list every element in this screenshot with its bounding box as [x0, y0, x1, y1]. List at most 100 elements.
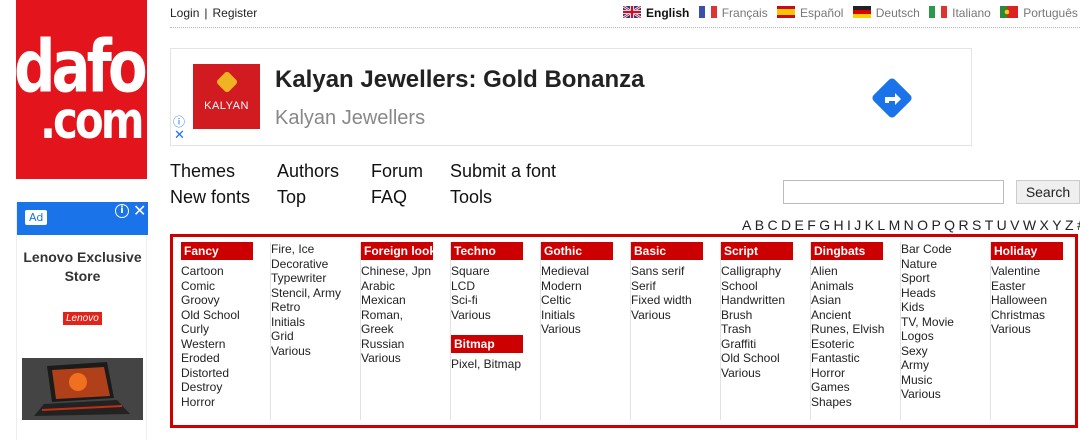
alpha-letter[interactable]: K	[865, 217, 874, 233]
category-heading[interactable]: Script	[721, 242, 793, 260]
banner-close-icon[interactable]: ✕	[174, 128, 185, 143]
category-heading[interactable]: Gothic	[541, 242, 613, 260]
category-heading[interactable]: Holiday	[991, 242, 1063, 260]
search-input[interactable]	[783, 180, 1004, 204]
category-link[interactable]: Various	[631, 308, 720, 323]
login-link[interactable]: Login	[170, 6, 199, 20]
category-link[interactable]: Alien	[811, 264, 900, 279]
category-heading[interactable]: Dingbats	[811, 242, 883, 260]
laptop-image[interactable]	[22, 358, 143, 420]
category-link[interactable]: Army	[901, 358, 990, 373]
category-link[interactable]: Modern	[541, 279, 630, 294]
alpha-letter[interactable]: I	[847, 217, 851, 233]
category-link[interactable]: Retro	[271, 300, 360, 315]
category-heading[interactable]: Bitmap	[451, 335, 523, 353]
category-link[interactable]: Heads	[901, 286, 990, 301]
alpha-letter[interactable]: Q	[944, 217, 955, 233]
alpha-letter[interactable]: O	[917, 217, 928, 233]
category-link[interactable]: Initials	[271, 315, 360, 330]
category-link[interactable]: Animals	[811, 279, 900, 294]
category-link[interactable]: Bar Code	[901, 242, 990, 257]
category-link[interactable]: Handwritten	[721, 293, 810, 308]
category-link[interactable]: Various	[361, 351, 450, 366]
alpha-letter[interactable]: M	[889, 217, 901, 233]
lang-english[interactable]: English	[623, 6, 689, 20]
side-ad-title[interactable]: Lenovo Exclusive Store	[17, 248, 148, 286]
lang-german[interactable]: Deutsch	[852, 6, 920, 20]
alpha-letter[interactable]: T	[985, 217, 994, 233]
banner-title[interactable]: Kalyan Jewellers: Gold Bonanza	[275, 66, 644, 94]
banner-ad[interactable]: KALYAN Kalyan Jewellers: Gold Bonanza Ka…	[170, 48, 972, 146]
alpha-letter[interactable]: H	[833, 217, 843, 233]
category-heading[interactable]: Techno	[451, 242, 523, 260]
nav-authors[interactable]: Authors	[277, 161, 339, 182]
alpha-letter[interactable]: W	[1023, 217, 1036, 233]
alpha-letter[interactable]: A	[742, 217, 751, 233]
category-link[interactable]: Roman,	[361, 308, 450, 323]
ad-close-icon[interactable]: ✕	[133, 202, 146, 220]
category-link[interactable]: Western	[181, 337, 270, 352]
category-link[interactable]: Grid	[271, 329, 360, 344]
lang-spanish[interactable]: Español	[777, 6, 843, 20]
category-link[interactable]: Chinese, Jpn	[361, 264, 450, 279]
category-link[interactable]: Valentine	[991, 264, 1080, 279]
alpha-letter[interactable]: S	[972, 217, 981, 233]
category-link[interactable]: Sans serif	[631, 264, 720, 279]
banner-subtitle[interactable]: Kalyan Jewellers	[275, 107, 425, 130]
category-link[interactable]: Music	[901, 373, 990, 388]
category-link[interactable]: Pixel, Bitmap	[451, 357, 540, 372]
alpha-letter[interactable]: R	[958, 217, 968, 233]
nav-tools[interactable]: Tools	[450, 187, 492, 208]
directions-arrow-icon[interactable]	[867, 73, 917, 123]
category-link[interactable]: Horror	[811, 366, 900, 381]
category-link[interactable]: Russian	[361, 337, 450, 352]
category-link[interactable]: Fire, Ice	[271, 242, 360, 257]
category-link[interactable]: Sport	[901, 271, 990, 286]
category-link[interactable]: Various	[451, 308, 540, 323]
category-link[interactable]: Various	[721, 366, 810, 381]
category-heading[interactable]: Foreign look	[361, 242, 436, 260]
category-link[interactable]: Distorted	[181, 366, 270, 381]
alpha-letter[interactable]: E	[795, 217, 804, 233]
category-link[interactable]: Shapes	[811, 395, 900, 410]
category-link[interactable]: LCD	[451, 279, 540, 294]
category-link[interactable]: Mexican	[361, 293, 450, 308]
category-link[interactable]: Logos	[901, 329, 990, 344]
alpha-letter[interactable]: C	[767, 217, 777, 233]
category-link[interactable]: Arabic	[361, 279, 450, 294]
alpha-letter[interactable]: V	[1010, 217, 1019, 233]
category-link[interactable]: School	[721, 279, 810, 294]
category-link[interactable]: Calligraphy	[721, 264, 810, 279]
category-link[interactable]: Christmas	[991, 308, 1080, 323]
alpha-letter[interactable]: Z	[1065, 217, 1074, 233]
category-link[interactable]: Brush	[721, 308, 810, 323]
category-link[interactable]: Greek	[361, 322, 450, 337]
alpha-letter[interactable]: F	[807, 217, 816, 233]
alpha-letter[interactable]: G	[819, 217, 830, 233]
lang-italian[interactable]: Italiano	[929, 6, 991, 20]
category-link[interactable]: Initials	[541, 308, 630, 323]
category-link[interactable]: Various	[901, 387, 990, 402]
ad-info-icon[interactable]: i	[115, 204, 129, 218]
category-heading[interactable]: Fancy	[181, 242, 253, 260]
category-link[interactable]: Various	[541, 322, 630, 337]
lang-french[interactable]: Français	[698, 6, 768, 20]
category-link[interactable]: Groovy	[181, 293, 270, 308]
category-link[interactable]: Old School	[721, 351, 810, 366]
category-link[interactable]: Square	[451, 264, 540, 279]
category-link[interactable]: Sci-fi	[451, 293, 540, 308]
category-link[interactable]: Esoteric	[811, 337, 900, 352]
category-link[interactable]: Asian	[811, 293, 900, 308]
category-link[interactable]: Old School	[181, 308, 270, 323]
category-link[interactable]: TV, Movie	[901, 315, 990, 330]
register-link[interactable]: Register	[213, 6, 258, 20]
nav-forum[interactable]: Forum	[371, 161, 423, 182]
alpha-letter[interactable]: D	[781, 217, 791, 233]
category-link[interactable]: Various	[991, 322, 1080, 337]
category-link[interactable]: Typewriter	[271, 271, 360, 286]
category-link[interactable]: Celtic	[541, 293, 630, 308]
category-link[interactable]: Sexy	[901, 344, 990, 359]
category-link[interactable]: Graffiti	[721, 337, 810, 352]
category-link[interactable]: Serif	[631, 279, 720, 294]
dafont-logo[interactable]: dafont .com	[16, 0, 147, 179]
